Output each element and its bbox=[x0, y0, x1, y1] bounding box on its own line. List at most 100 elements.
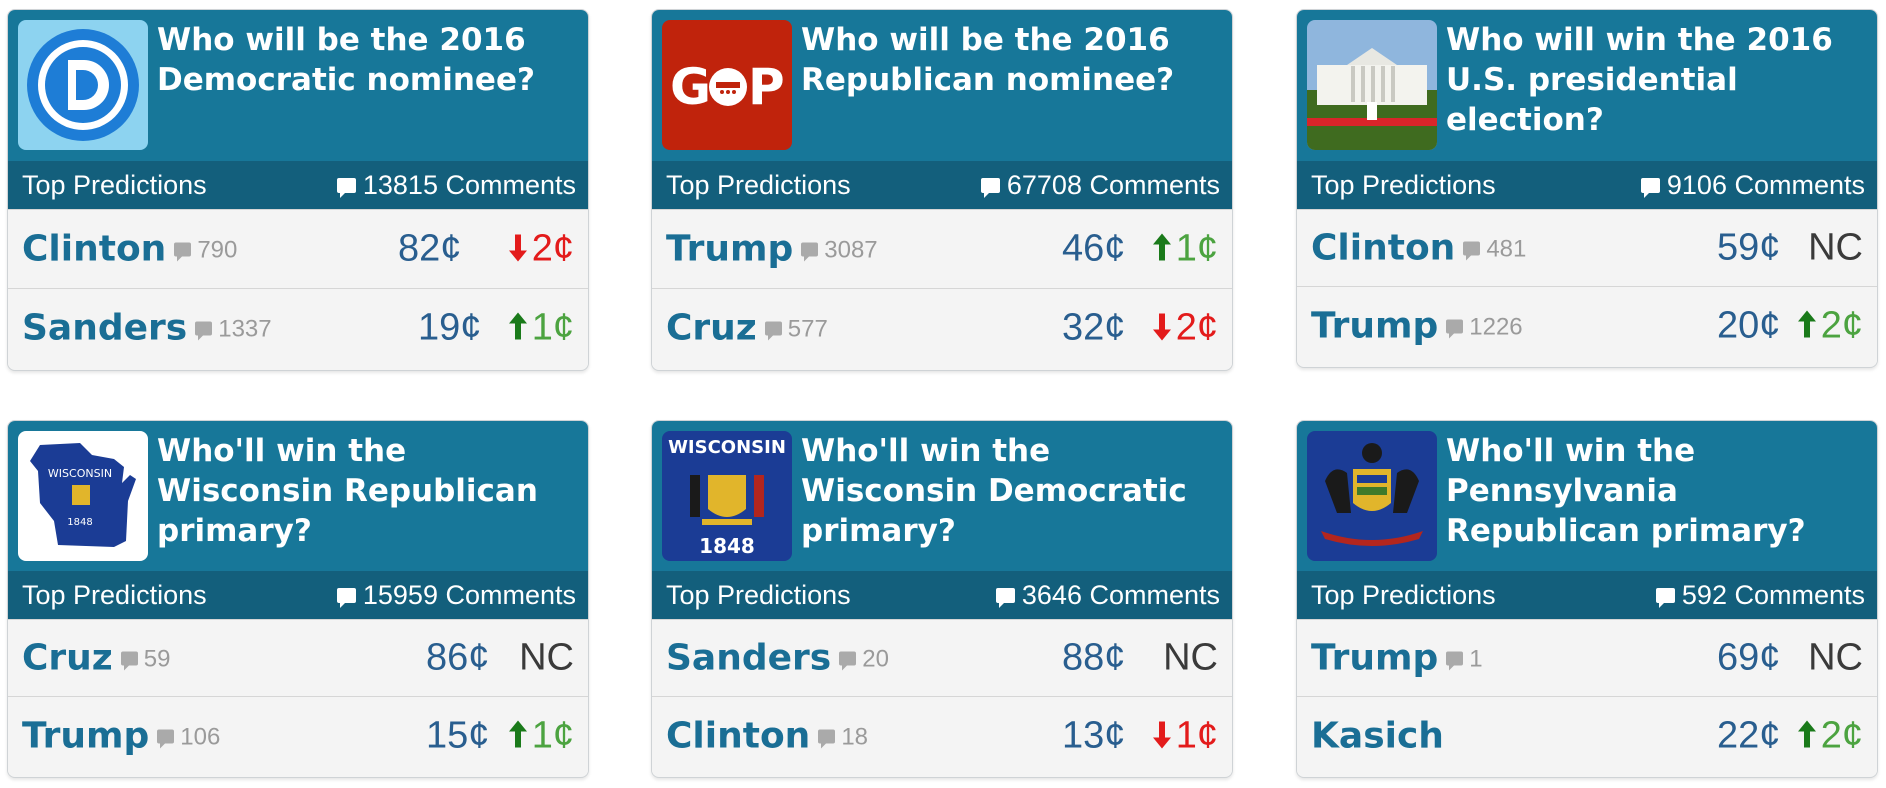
price-change: 1¢ bbox=[508, 715, 574, 758]
card-header[interactable]: G P Who will be the 2016 Republican nomi… bbox=[652, 10, 1232, 161]
comment-icon bbox=[801, 242, 819, 262]
prediction-row[interactable]: Clinton 790 82¢ 2¢ bbox=[8, 209, 588, 288]
card-header[interactable]: WISCONSIN 1848 Who'll win the Wisconsin … bbox=[652, 421, 1232, 571]
price: 86¢ bbox=[426, 636, 490, 679]
card-comments-link[interactable]: 15959 Comments bbox=[336, 580, 576, 611]
candidate-comments[interactable]: 1226 bbox=[1446, 314, 1523, 341]
prediction-row[interactable]: Sanders 1337 19¢ 1¢ bbox=[8, 288, 588, 367]
candidate-comments[interactable]: 59 bbox=[120, 646, 170, 673]
white-house-photo-icon bbox=[1307, 20, 1437, 150]
arrow-up-icon bbox=[508, 720, 527, 748]
prediction-row[interactable]: Trump 1 69¢ NC bbox=[1297, 619, 1877, 696]
prediction-row[interactable]: Sanders 20 88¢ NC bbox=[652, 619, 1232, 696]
price-change: NC bbox=[1808, 636, 1863, 679]
comment-icon bbox=[120, 651, 138, 671]
comment-icon bbox=[1655, 588, 1675, 608]
price: 19¢ bbox=[418, 306, 482, 349]
candidate-comments[interactable]: 20 bbox=[839, 646, 889, 673]
prediction-row[interactable]: Cruz 59 86¢ NC bbox=[8, 619, 588, 696]
prediction-row[interactable]: Trump 106 15¢ 1¢ bbox=[8, 696, 588, 775]
market-card[interactable]: WISCONSIN 1848 Who'll win the Wisconsin … bbox=[7, 420, 589, 778]
svg-text:G: G bbox=[670, 58, 711, 116]
pennsylvania-flag-icon bbox=[1307, 431, 1437, 561]
card-title[interactable]: Who will win the 2016 U.S. presidential … bbox=[1446, 20, 1867, 140]
prediction-row[interactable]: Clinton 18 13¢ 1¢ bbox=[652, 696, 1232, 775]
card-title[interactable]: Who'll win the Wisconsin Republican prim… bbox=[157, 431, 578, 551]
candidate-name: Trump 3087 bbox=[666, 228, 878, 270]
comment-icon bbox=[818, 729, 836, 749]
prediction-row[interactable]: Kasich 22¢ 2¢ bbox=[1297, 696, 1877, 775]
card-comments-link[interactable]: 67708 Comments bbox=[980, 170, 1220, 201]
price: 15¢ bbox=[426, 714, 490, 757]
card-title[interactable]: Who'll win the Wisconsin Democratic prim… bbox=[801, 431, 1222, 551]
price: 20¢ bbox=[1717, 304, 1781, 347]
democratic-party-logo-icon bbox=[18, 20, 148, 150]
card-title[interactable]: Who'll win the Pennsylvania Republican p… bbox=[1446, 431, 1867, 551]
top-predictions-bar: Top Predictions 15959 Comments bbox=[8, 571, 588, 619]
price-change: 1¢ bbox=[1152, 228, 1218, 271]
comment-icon bbox=[764, 321, 782, 341]
arrow-down-icon bbox=[1152, 721, 1171, 749]
comment-icon bbox=[1446, 651, 1464, 671]
prediction-row[interactable]: Clinton 481 59¢ NC bbox=[1297, 209, 1877, 286]
candidate-name: Clinton 481 bbox=[1311, 227, 1527, 269]
candidate-name: Sanders 20 bbox=[666, 637, 889, 679]
arrow-up-icon bbox=[1797, 310, 1816, 338]
market-card[interactable]: WISCONSIN 1848 Who'll win the Wisconsin … bbox=[651, 420, 1233, 778]
price-change: 1¢ bbox=[1152, 715, 1218, 758]
price: 13¢ bbox=[1062, 714, 1126, 757]
gop-logo-icon: G P bbox=[662, 20, 792, 150]
card-comments-count: 592 Comments bbox=[1681, 580, 1865, 610]
candidate-comments[interactable]: 790 bbox=[174, 237, 237, 264]
prediction-row[interactable]: Trump 3087 46¢ 1¢ bbox=[652, 209, 1232, 288]
svg-text:1848: 1848 bbox=[67, 517, 92, 528]
market-card[interactable]: Who will be the 2016 Democratic nominee?… bbox=[7, 9, 589, 371]
svg-text:P: P bbox=[748, 58, 785, 116]
svg-text:1848: 1848 bbox=[699, 534, 755, 558]
arrow-down-icon bbox=[1152, 313, 1171, 341]
card-comments-link[interactable]: 592 Comments bbox=[1655, 580, 1865, 611]
market-card[interactable]: G P Who will be the 2016 Republican nomi… bbox=[651, 9, 1233, 371]
svg-text:WISCONSIN: WISCONSIN bbox=[48, 467, 112, 480]
candidate-comments[interactable]: 481 bbox=[1463, 236, 1526, 263]
candidate-name: Clinton 18 bbox=[666, 715, 869, 757]
comment-icon bbox=[980, 178, 1000, 198]
top-predictions-label: Top Predictions bbox=[666, 580, 851, 610]
top-predictions-label: Top Predictions bbox=[22, 170, 207, 200]
card-header[interactable]: Who'll win the Pennsylvania Republican p… bbox=[1297, 421, 1877, 571]
card-comments-count: 9106 Comments bbox=[1666, 170, 1865, 200]
card-title[interactable]: Who will be the 2016 Republican nominee? bbox=[801, 20, 1222, 100]
card-comments-link[interactable]: 9106 Comments bbox=[1640, 170, 1865, 201]
market-card[interactable]: Who will win the 2016 U.S. presidential … bbox=[1296, 9, 1878, 368]
card-title[interactable]: Who will be the 2016 Democratic nominee? bbox=[157, 20, 578, 100]
price: 46¢ bbox=[1062, 227, 1126, 270]
top-predictions-label: Top Predictions bbox=[1311, 580, 1496, 610]
arrow-down-icon bbox=[508, 234, 527, 262]
card-comments-link[interactable]: 13815 Comments bbox=[336, 170, 576, 201]
market-card[interactable]: Who'll win the Pennsylvania Republican p… bbox=[1296, 420, 1878, 778]
price-change: 2¢ bbox=[1152, 307, 1218, 350]
comment-icon bbox=[336, 178, 356, 198]
candidate-comments[interactable]: 577 bbox=[764, 316, 828, 343]
card-comments-link[interactable]: 3646 Comments bbox=[995, 580, 1220, 611]
price: 32¢ bbox=[1062, 306, 1126, 349]
top-predictions-bar: Top Predictions 13815 Comments bbox=[8, 161, 588, 209]
price: 59¢ bbox=[1717, 226, 1781, 269]
prediction-row[interactable]: Cruz 577 32¢ 2¢ bbox=[652, 288, 1232, 367]
card-header[interactable]: Who will win the 2016 U.S. presidential … bbox=[1297, 10, 1877, 161]
card-header[interactable]: Who will be the 2016 Democratic nominee? bbox=[8, 10, 588, 161]
top-predictions-label: Top Predictions bbox=[22, 580, 207, 610]
candidate-name: Trump 1226 bbox=[1311, 305, 1523, 347]
top-predictions-label: Top Predictions bbox=[1311, 170, 1496, 200]
prediction-row[interactable]: Trump 1226 20¢ 2¢ bbox=[1297, 286, 1877, 365]
candidate-comments[interactable]: 18 bbox=[818, 724, 868, 751]
candidate-comments[interactable]: 1 bbox=[1446, 646, 1483, 673]
card-header[interactable]: WISCONSIN 1848 Who'll win the Wisconsin … bbox=[8, 421, 588, 571]
candidate-comments[interactable]: 1337 bbox=[195, 316, 272, 343]
candidate-comments[interactable]: 106 bbox=[157, 724, 220, 751]
candidate-name: Trump 1 bbox=[1311, 637, 1483, 679]
candidate-name: Cruz 59 bbox=[22, 637, 171, 679]
price-change: 2¢ bbox=[508, 228, 574, 271]
candidate-comments[interactable]: 3087 bbox=[801, 237, 878, 264]
candidate-name: Sanders 1337 bbox=[22, 307, 272, 349]
